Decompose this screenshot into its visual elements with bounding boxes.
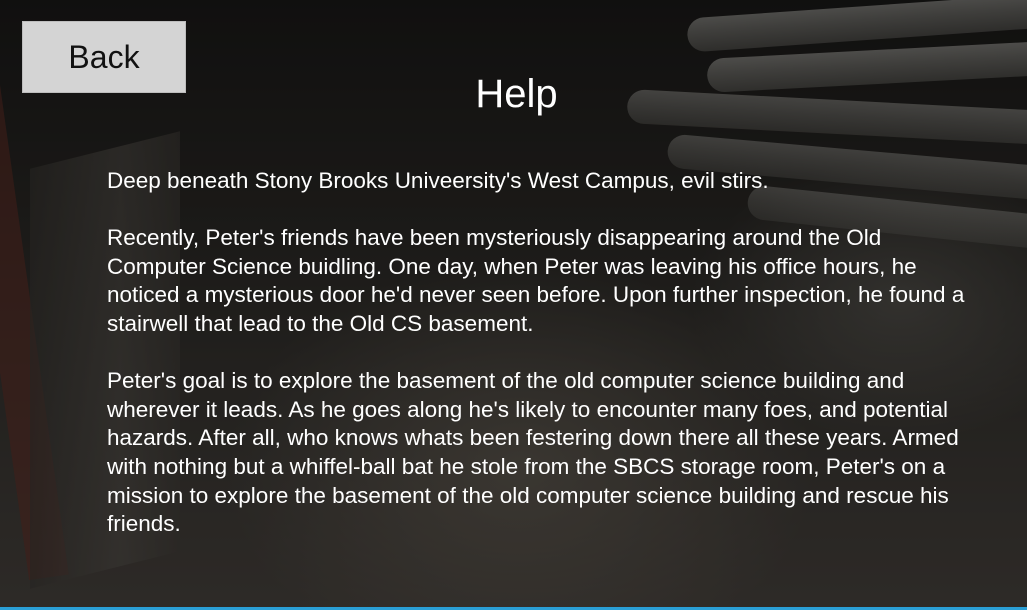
help-paragraph-goal: Peter's goal is to explore the basement … — [107, 368, 959, 537]
help-screen: Back Help Deep beneath Stony Brooks Univ… — [0, 0, 1027, 610]
back-button-label: Back — [68, 38, 140, 75]
help-text: Deep beneath Stony Brooks Univeersity's … — [107, 167, 977, 567]
help-paragraph-story: Recently, Peter's friends have been myst… — [107, 225, 965, 336]
help-paragraph-intro: Deep beneath Stony Brooks Univeersity's … — [107, 168, 769, 193]
page-title: Help — [475, 72, 558, 116]
